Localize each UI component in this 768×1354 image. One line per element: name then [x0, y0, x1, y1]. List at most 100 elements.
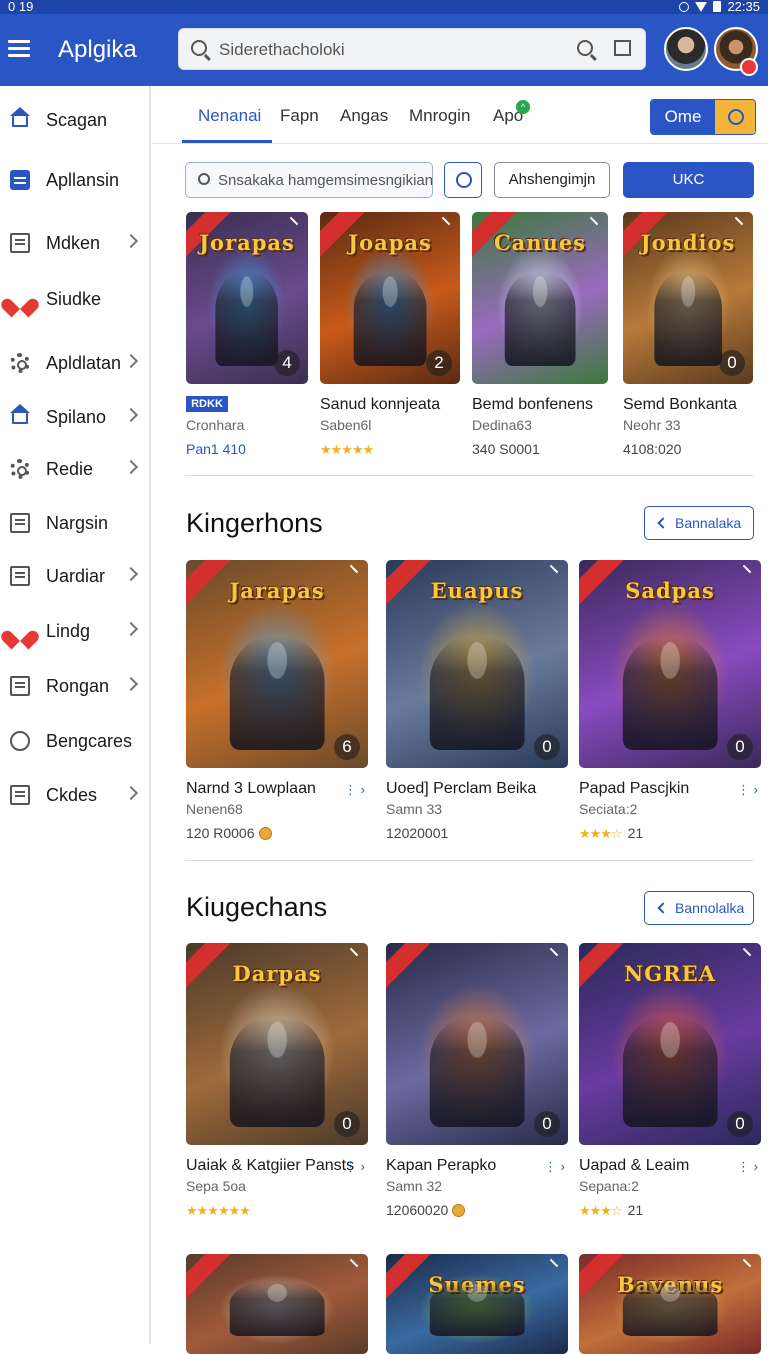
- game-thumbnail[interactable]: NGREA 0: [579, 943, 761, 1145]
- hero-figure: [622, 1282, 718, 1336]
- sidebar-item-10[interactable]: Rongan: [0, 666, 150, 706]
- sidebar-item-11[interactable]: Bengcares: [0, 721, 150, 761]
- hero-figure: [622, 1017, 718, 1127]
- list-icon: [10, 676, 30, 696]
- rating-value: 21: [627, 1202, 644, 1218]
- game-thumbnail[interactable]: 0: [386, 943, 568, 1145]
- sidebar-item-9[interactable]: Lindg: [0, 611, 150, 651]
- chevron-right-icon: [123, 566, 139, 582]
- pin-icon: [589, 216, 599, 226]
- chevron-left-icon: [657, 517, 669, 529]
- game-art-title: Jondios: [640, 230, 736, 255]
- filter-bar: Snsakaka hamgemsimesngikian Ahshengimjn …: [152, 162, 768, 200]
- card-meta: 12020001: [386, 825, 448, 841]
- avatar[interactable]: [664, 27, 708, 71]
- section-more-label: Bannalaka: [675, 515, 742, 531]
- primary-button[interactable]: UKC: [623, 162, 754, 198]
- game-art-title: Darpas: [232, 961, 322, 986]
- tab-2[interactable]: Angas: [340, 106, 388, 126]
- card-meta: Pan1 410: [186, 441, 246, 457]
- tab-0[interactable]: Nenanai: [198, 106, 261, 126]
- segment-label[interactable]: Ome: [651, 100, 715, 134]
- game-thumbnail[interactable]: Jondios 0: [623, 212, 753, 384]
- location-icon: [679, 1, 690, 12]
- more-chevron-icon[interactable]: ⋮ ›: [344, 1159, 365, 1175]
- sidebar: Scagan Apllansin Mdken Siudke Apldlatan Spila…: [0, 86, 151, 1344]
- round-icon: [10, 731, 30, 751]
- hero-figure: [429, 1282, 525, 1336]
- card-title: Narnd 3 Lowplaan: [186, 780, 316, 797]
- sidebar-item-label: Apldlatan: [46, 353, 122, 373]
- sidebar-item-8[interactable]: Uardiar: [0, 556, 150, 596]
- sidebar-item-4[interactable]: Apldlatan: [0, 343, 150, 383]
- count-badge: 0: [727, 734, 753, 760]
- search-icon: [191, 40, 207, 56]
- section-title: Kiugechans: [186, 892, 328, 922]
- segmented-control[interactable]: Ome: [650, 99, 756, 135]
- more-chevron-icon[interactable]: ⋮ ›: [737, 1159, 758, 1175]
- pin-icon: [742, 947, 752, 957]
- game-art-title: Euapus: [430, 578, 524, 603]
- game-thumbnail[interactable]: Sadpas 0: [579, 560, 761, 768]
- game-thumbnail[interactable]: Bavenus: [579, 1254, 761, 1354]
- sidebar-item-5[interactable]: Spilano: [0, 397, 150, 437]
- hero-figure: [215, 273, 279, 366]
- hero-figure: [229, 1282, 325, 1336]
- app-title: Aplgika: [58, 36, 137, 63]
- card-meta-value: 340 S0001: [472, 441, 540, 457]
- sidebar-item-6[interactable]: Redie: [0, 449, 150, 489]
- status-bar: 0 19 22:35: [0, 0, 768, 14]
- tab-1[interactable]: Fapn: [280, 106, 319, 126]
- sidebar-item-1[interactable]: Apllansin: [0, 160, 150, 200]
- filter-input[interactable]: Snsakaka hamgemsimesngikian: [185, 162, 433, 198]
- sidebar-item-12[interactable]: Ckdes: [0, 775, 150, 815]
- card-subtitle: Dedina63: [472, 417, 532, 433]
- game-thumbnail[interactable]: Canues: [472, 212, 608, 384]
- game-thumbnail[interactable]: [186, 1254, 368, 1354]
- game-thumbnail[interactable]: Euapus 0: [386, 560, 568, 768]
- sidebar-item-label: Siudke: [46, 289, 102, 309]
- card-rating: ★★★☆ 21: [579, 825, 643, 842]
- pin-icon: [349, 1258, 359, 1268]
- sidebar-item-label: Nargsin: [46, 513, 109, 533]
- search-input[interactable]: Siderethacholoki: [178, 28, 646, 70]
- more-chevron-icon[interactable]: ⋮ ›: [737, 782, 758, 798]
- card-subtitle: Samn 32: [386, 1178, 443, 1194]
- more-chevron-icon[interactable]: ⋮ ›: [544, 1159, 565, 1175]
- chevron-right-icon: [123, 233, 139, 249]
- hero-figure: [353, 273, 427, 366]
- sidebar-item-2[interactable]: Mdken: [0, 223, 150, 263]
- search-submit-icon[interactable]: [577, 40, 593, 56]
- menu-icon[interactable]: [8, 40, 30, 58]
- tab-badge: ^: [516, 100, 530, 114]
- game-thumbnail[interactable]: Jorapas 4: [186, 212, 308, 384]
- document-icon: [10, 170, 30, 190]
- tab-3[interactable]: Mnrogin: [409, 106, 470, 126]
- game-thumbnail[interactable]: Darpas 0: [186, 943, 368, 1145]
- hero-figure: [654, 273, 722, 366]
- game-thumbnail[interactable]: Joapas 2: [320, 212, 460, 384]
- sidebar-item-3[interactable]: Siudke: [0, 279, 150, 319]
- new-ribbon: [186, 1254, 233, 1303]
- segment-search-icon[interactable]: [715, 100, 755, 134]
- expand-icon[interactable]: [614, 40, 631, 56]
- card-meta-value: 12020001: [386, 825, 449, 841]
- card-title: Uaiak & Katgiier Pansts: [186, 1157, 355, 1174]
- card-title: Uapad & Leaim: [579, 1157, 690, 1174]
- card-subtitle: Cronhara: [186, 417, 245, 433]
- sidebar-item-7[interactable]: Nargsin: [0, 503, 150, 543]
- game-thumbnail[interactable]: Suemes: [386, 1254, 568, 1354]
- game-thumbnail[interactable]: Jarapas 6: [186, 560, 368, 768]
- section-more-button[interactable]: Bannolalka: [644, 891, 754, 925]
- filter-button[interactable]: Ahshengimjn: [494, 162, 610, 198]
- pin-icon: [549, 947, 559, 957]
- section-title: Kingerhons: [186, 508, 323, 538]
- more-chevron-icon[interactable]: ⋮ ›: [344, 782, 365, 798]
- section-more-button[interactable]: Bannalaka: [644, 506, 754, 540]
- hero-figure: [504, 273, 576, 366]
- filter-search-button[interactable]: [444, 162, 482, 198]
- app-bar: Aplgika Siderethacholoki: [0, 14, 768, 86]
- game-art-title: Canues: [493, 230, 587, 255]
- sidebar-item-0[interactable]: Scagan: [0, 100, 150, 140]
- notification-badge: [740, 58, 758, 76]
